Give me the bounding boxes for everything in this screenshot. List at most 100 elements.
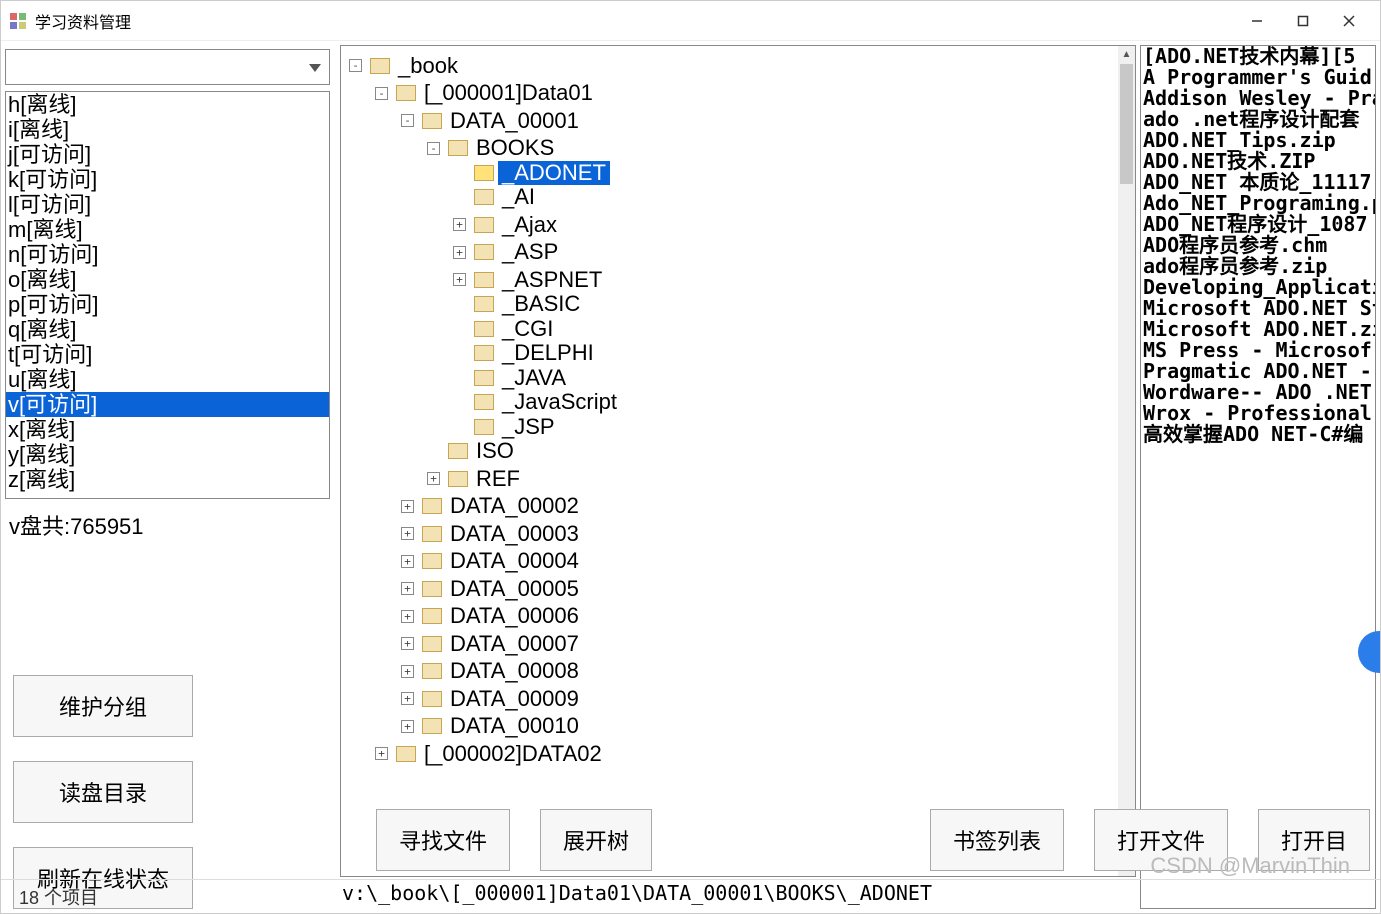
expand-tree-button[interactable]: 展开树 <box>540 809 652 871</box>
tree-node[interactable]: _ASP <box>498 240 562 264</box>
drive-list-item[interactable]: i[离线] <box>6 117 329 142</box>
maintain-group-button[interactable]: 维护分组 <box>13 675 193 737</box>
find-file-button[interactable]: 寻找文件 <box>376 809 510 871</box>
drive-list-item[interactable]: j[可访问] <box>6 142 329 167</box>
drive-list-item[interactable]: y[离线] <box>6 442 329 467</box>
tree-node-selected[interactable]: _ADONET <box>498 161 610 185</box>
drive-list-item[interactable]: l[可访问] <box>6 192 329 217</box>
expander-icon[interactable]: + <box>453 246 466 259</box>
expander-icon[interactable]: + <box>401 720 414 733</box>
expander-icon[interactable]: - <box>401 114 414 127</box>
open-dir-button[interactable]: 打开目 <box>1258 809 1370 871</box>
tree-node[interactable]: _ASPNET <box>498 268 606 292</box>
file-list-item[interactable]: Wrox - Professional <box>1141 403 1375 424</box>
tree-node[interactable]: _JavaScript <box>498 390 621 414</box>
expander-icon[interactable]: + <box>401 500 414 513</box>
file-list-item[interactable]: Ado_NET_Programing.p <box>1141 193 1375 214</box>
file-list-item[interactable]: A Programmer's Guid <box>1141 67 1375 88</box>
app-window: 学习资料管理 h[离线]i[离线]j[可访问]k[可访问]l[可访问]m[离线]… <box>0 0 1381 914</box>
expander-icon[interactable]: + <box>401 692 414 705</box>
file-list-item[interactable]: [ADO.NET技术内幕][5 <box>1141 46 1375 67</box>
minimize-button[interactable] <box>1234 6 1280 36</box>
drive-list-item[interactable]: q[离线] <box>6 317 329 342</box>
expander-icon[interactable]: + <box>427 472 440 485</box>
file-list-item[interactable]: Addison Wesley - Pra <box>1141 88 1375 109</box>
file-list-item[interactable]: ado程序员参考.zip <box>1141 256 1375 277</box>
expander-icon[interactable]: + <box>375 747 388 760</box>
tree-node[interactable]: _book <box>394 54 462 78</box>
open-file-button[interactable]: 打开文件 <box>1094 809 1228 871</box>
tree-node[interactable]: _BASIC <box>498 292 584 316</box>
tree-node[interactable]: DATA_00005 <box>446 577 583 601</box>
tree-view[interactable]: -_book -[_000001]Data01 -DATA_00001 <box>340 45 1136 877</box>
expander-icon[interactable]: + <box>401 610 414 623</box>
expander-icon[interactable]: + <box>453 273 466 286</box>
drive-list-item[interactable]: u[离线] <box>6 367 329 392</box>
drive-list-item[interactable]: p[可访问] <box>6 292 329 317</box>
folder-icon <box>422 553 442 569</box>
tree-node[interactable]: DATA_00008 <box>446 659 583 683</box>
drive-list-item[interactable]: x[离线] <box>6 417 329 442</box>
expander-icon[interactable]: - <box>349 59 362 72</box>
folder-icon <box>370 58 390 74</box>
tree-node[interactable]: DATA_00003 <box>446 522 583 546</box>
drive-list-item[interactable]: v[可访问] <box>6 392 329 417</box>
drive-list-item[interactable]: o[离线] <box>6 267 329 292</box>
tree-node[interactable]: DATA_00004 <box>446 549 583 573</box>
expander-icon[interactable]: - <box>375 87 388 100</box>
tree-node[interactable]: DATA_00001 <box>446 109 583 133</box>
expander-icon[interactable]: + <box>401 582 414 595</box>
drive-list-item[interactable]: h[离线] <box>6 92 329 117</box>
file-list-item[interactable]: Microsoft ADO.NET.zi <box>1141 319 1375 340</box>
tree-node[interactable]: _Ajax <box>498 213 561 237</box>
file-list-item[interactable]: ADO_NET 本质论_11117 <box>1141 172 1375 193</box>
tree-node[interactable]: _JAVA <box>498 366 570 390</box>
expander-icon[interactable]: + <box>401 665 414 678</box>
tree-node[interactable]: DATA_00006 <box>446 604 583 628</box>
tree-node[interactable]: DATA_00009 <box>446 687 583 711</box>
close-button[interactable] <box>1326 6 1372 36</box>
file-list-item[interactable]: ADO.NET技术.ZIP <box>1141 151 1375 172</box>
expander-icon[interactable]: + <box>401 527 414 540</box>
expander-icon[interactable]: + <box>401 555 414 568</box>
drive-list-item[interactable]: n[可访问] <box>6 242 329 267</box>
tree-node[interactable]: _JSP <box>498 415 559 439</box>
drive-list-item[interactable]: z[离线] <box>6 467 329 492</box>
tree-node[interactable]: DATA_00002 <box>446 494 583 518</box>
file-list-item[interactable]: ADO_NET程序设计_1087 <box>1141 214 1375 235</box>
file-list-item[interactable]: Pragmatic ADO.NET - <box>1141 361 1375 382</box>
scroll-thumb[interactable] <box>1120 64 1133 184</box>
tree-node[interactable]: REF <box>472 467 524 491</box>
file-list-item[interactable]: Wordware-- ADO .NET <box>1141 382 1375 403</box>
file-list-item[interactable]: MS Press - Microsof <box>1141 340 1375 361</box>
folder-icon <box>474 419 494 435</box>
drive-list-item[interactable]: k[可访问] <box>6 167 329 192</box>
file-list-item[interactable]: ado .net程序设计配套 <box>1141 109 1375 130</box>
expander-icon[interactable]: + <box>401 637 414 650</box>
group-combobox[interactable] <box>5 49 330 85</box>
file-list-item[interactable]: Microsoft ADO.NET St <box>1141 298 1375 319</box>
bookmark-list-button[interactable]: 书签列表 <box>930 809 1064 871</box>
file-list-item[interactable]: 高效掌握ADO NET-C#编 <box>1141 424 1375 445</box>
tree-node[interactable]: [_000001]Data01 <box>420 81 597 105</box>
drive-list-item[interactable]: t[可访问] <box>6 342 329 367</box>
tree-node[interactable]: _CGI <box>498 317 557 341</box>
expander-icon[interactable]: + <box>453 218 466 231</box>
drive-list-item[interactable]: m[离线] <box>6 217 329 242</box>
tree-node[interactable]: [_000002]DATA02 <box>420 742 606 766</box>
scroll-up-icon[interactable]: ▲ <box>1118 46 1135 63</box>
tree-node[interactable]: DATA_00010 <box>446 714 583 738</box>
tree-node[interactable]: BOOKS <box>472 136 558 160</box>
file-list-item[interactable]: ADO程序员参考.chm <box>1141 235 1375 256</box>
file-listbox[interactable]: [ADO.NET技术内幕][5A Programmer's GuidAddiso… <box>1140 45 1376 909</box>
tree-node[interactable]: ISO <box>472 439 518 463</box>
tree-node[interactable]: DATA_00007 <box>446 632 583 656</box>
file-list-item[interactable]: Developing_Applicati <box>1141 277 1375 298</box>
expander-icon[interactable]: - <box>427 142 440 155</box>
drive-listbox[interactable]: h[离线]i[离线]j[可访问]k[可访问]l[可访问]m[离线]n[可访问]o… <box>5 91 330 499</box>
tree-scrollbar[interactable]: ▲ ▼ <box>1118 46 1135 876</box>
maximize-button[interactable] <box>1280 6 1326 36</box>
file-list-item[interactable]: ADO.NET_Tips.zip <box>1141 130 1375 151</box>
tree-node[interactable]: _AI <box>498 185 539 209</box>
tree-node[interactable]: _DELPHI <box>498 341 598 365</box>
